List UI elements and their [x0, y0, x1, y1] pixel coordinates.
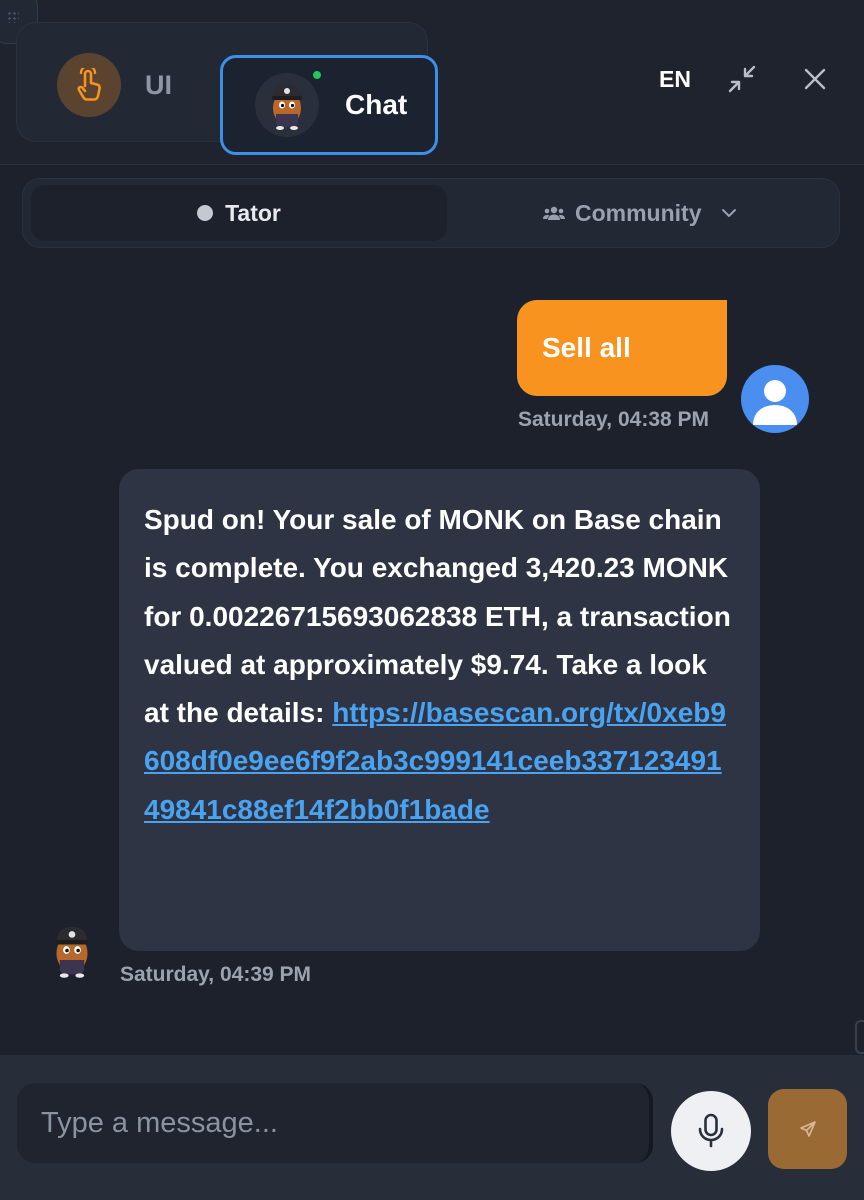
user-message-bubble: Sell all: [517, 300, 727, 396]
tator-status-dot: [197, 205, 214, 221]
chevron-down-icon: [721, 209, 736, 217]
channel-tabs: Tator Community: [22, 178, 840, 248]
users-icon: [543, 206, 565, 220]
chat-header: UI Chat EN Tator Community: [0, 0, 864, 248]
message-composer: [0, 1055, 864, 1200]
close-icon: [804, 68, 826, 90]
mode-chat-toggle[interactable]: Chat: [220, 55, 438, 155]
tab-tator-label: Tator: [225, 199, 281, 226]
user-message-timestamp: Saturday, 04:38 PM: [518, 408, 710, 431]
minimize-arrows-icon: [728, 65, 756, 93]
pointer-hand-icon: [57, 53, 121, 117]
minimize-button[interactable]: [725, 62, 759, 96]
bot-message-timestamp: Saturday, 04:39 PM: [120, 963, 312, 986]
tator-mascot-avatar: [46, 920, 98, 980]
tab-community-label: Community: [575, 199, 702, 226]
user-message-text: Sell all: [542, 332, 631, 363]
bot-message-bubble: Spud on! Your sale of MONK on Base chain…: [119, 469, 760, 951]
user-avatar: [741, 365, 809, 433]
bot-message-text: Spud on! Your sale of MONK on Base chain…: [144, 504, 731, 729]
voice-input-button[interactable]: [671, 1091, 751, 1171]
microphone-icon: [698, 1113, 724, 1148]
message-input[interactable]: [17, 1083, 649, 1163]
message-input-box: [17, 1083, 653, 1163]
mode-ui-toggle[interactable]: UI: [57, 53, 197, 117]
send-button[interactable]: [768, 1089, 847, 1169]
online-status-dot: [311, 69, 323, 81]
mode-chat-label: Chat: [345, 89, 408, 120]
tator-avatar: [255, 69, 323, 137]
language-selector[interactable]: EN: [659, 66, 691, 93]
scrollbar-thumb[interactable]: [855, 1020, 864, 1054]
message-list[interactable]: Sell all Saturday, 04:38 PM Spud on! You…: [0, 255, 864, 1055]
mode-switch: UI Chat: [16, 22, 438, 155]
tab-tator[interactable]: Tator: [31, 185, 447, 241]
tab-community[interactable]: Community: [543, 185, 738, 241]
send-icon: [799, 1121, 816, 1137]
close-button[interactable]: [798, 62, 832, 96]
mode-ui-label: UI: [145, 69, 172, 100]
